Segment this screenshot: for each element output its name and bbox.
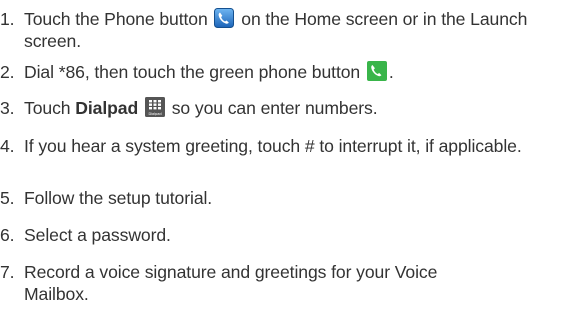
step-1: 1. Touch the Phone button on the Home sc… [0, 8, 558, 52]
step-text-continued: so you can enter numbers. [171, 98, 378, 118]
step-text: Select a password. [24, 225, 171, 245]
step-2: 2. Dial *86, then touch the green phone … [0, 61, 558, 83]
step-text: If you hear a system greeting, touch # t… [24, 136, 522, 156]
step-6: 6. Select a password. [0, 224, 558, 246]
step-text-continued: . [388, 62, 394, 82]
step-7: 7. Record a voice signature and greeting… [0, 261, 558, 305]
dialpad-label: Dialpad [75, 98, 139, 118]
phone-app-icon [214, 8, 235, 28]
step-text: Follow the setup tutorial. [24, 188, 213, 208]
dialpad-icon-caption: Dialpad [148, 112, 161, 116]
dialpad-icon: Dialpad [144, 97, 165, 117]
step-5: 5. Follow the setup tutorial. [0, 187, 558, 209]
step-number: 6. [0, 225, 15, 245]
step-text: Dial *86, then touch the green phone but… [24, 62, 361, 82]
green-call-icon [366, 61, 387, 81]
step-number: 3. [0, 98, 15, 118]
step-number: 5. [0, 188, 15, 208]
step-text: Record a voice signature and greetings f… [24, 262, 438, 304]
step-number: 2. [0, 62, 15, 82]
step-3: 3. Touch Dialpad Dialpad so you can ente… [0, 97, 558, 119]
step-text: Touch [24, 98, 71, 118]
step-number: 7. [0, 262, 15, 282]
step-number: 1. [0, 9, 15, 29]
step-number: 4. [0, 136, 15, 156]
step-4: 4. If you hear a system greeting, touch … [0, 135, 558, 157]
step-text: Touch the Phone button [24, 9, 208, 29]
